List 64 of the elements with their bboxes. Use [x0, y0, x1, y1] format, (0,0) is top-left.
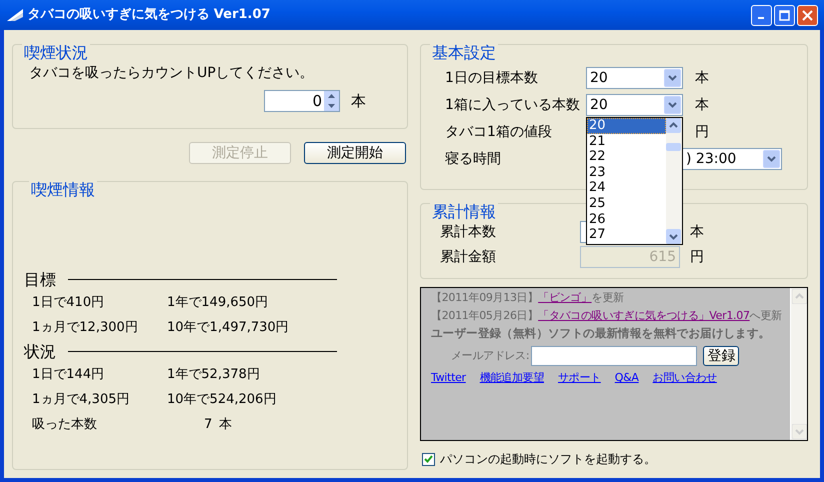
news-item: 【2011年09月13日】「ビンゴ」を更新: [431, 290, 625, 306]
dropdown-option[interactable]: 21: [587, 134, 666, 150]
stat-value: 7: [204, 416, 212, 434]
minimize-button[interactable]: [751, 4, 772, 26]
app-icon: [6, 8, 24, 22]
news-item: 【2011年05月26日】「タバコの吸いすぎに気をつける」Ver1.07へ更新: [431, 308, 783, 324]
link[interactable]: Twitter: [431, 370, 466, 386]
stat-label: 吸った本数: [32, 416, 98, 434]
checkbox[interactable]: [422, 452, 435, 466]
maximize-button[interactable]: [774, 4, 795, 26]
unit-label: 本: [351, 90, 366, 112]
news-link[interactable]: 「タバコの吸いすぎに気をつける」Ver1.07: [538, 309, 750, 322]
maximize-icon[interactable]: [779, 10, 790, 20]
count-spinner[interactable]: 0: [264, 90, 340, 112]
unit-label: 本: [218, 416, 232, 434]
window-title: タバコの吸いすぎに気をつける Ver1.07: [27, 6, 270, 24]
dropdown-option[interactable]: 25: [587, 196, 666, 212]
section-heading: 目標: [24, 268, 56, 290]
link[interactable]: Q&A: [614, 370, 639, 386]
dropdown-option[interactable]: 20: [587, 118, 666, 134]
dropdown-option[interactable]: 24: [587, 180, 666, 196]
link[interactable]: 機能追加要望: [480, 370, 544, 386]
stat-text: 1日で144円: [32, 366, 106, 384]
unit-label: 本: [695, 68, 709, 88]
checkbox-label: パソコンの起動時にソフトを起動する。: [440, 451, 656, 468]
dropdown-option[interactable]: 22: [587, 149, 666, 165]
field-label: 累計本数: [440, 222, 497, 242]
dropdown-option[interactable]: 26: [587, 212, 666, 228]
promo-text: ユーザー登録（無料）ソフトの最新情報を無料でお届けします。: [431, 327, 771, 340]
field-label: タバコ1箱の値段: [445, 122, 553, 142]
stat-text: 1年で149,650円: [167, 294, 268, 312]
field-label: 1箱に入っている本数: [445, 96, 581, 114]
close-icon[interactable]: [802, 10, 813, 20]
email-label: メールアドレス:: [451, 348, 530, 364]
close-button[interactable]: [797, 4, 818, 26]
unit-label: 円: [690, 248, 704, 266]
link[interactable]: お問い合わせ: [652, 370, 717, 386]
scroll-down-icon[interactable]: [666, 229, 681, 244]
section-heading: 状況: [24, 340, 56, 362]
field-label: 累計金額: [440, 248, 497, 266]
field-label: 寝る時間: [445, 150, 502, 168]
stat-text: 1年で52,378円: [167, 366, 260, 384]
link[interactable]: サポート: [558, 370, 601, 386]
stat-text: 1ヵ月で4,305円: [32, 391, 130, 410]
stat-text: 1日で410円: [32, 294, 106, 312]
unit-label: 本: [690, 222, 704, 242]
scroll-thumb-icon[interactable]: [666, 143, 681, 151]
register-button[interactable]: 登録: [703, 346, 740, 366]
dropdown-field[interactable]: 20: [586, 67, 683, 89]
field-label: 1日の目標本数: [445, 68, 539, 88]
dropdown-option[interactable]: 27: [587, 227, 666, 243]
up-arrow-icon[interactable]: [328, 94, 335, 98]
unit-label: 本: [695, 96, 709, 114]
instruction-text: タバコを吸ったらカウントUPしてください。: [29, 64, 315, 82]
down-arrow-icon[interactable]: [328, 104, 335, 108]
stat-text: 10年で1,497,730円: [167, 319, 289, 338]
start-button[interactable]: 測定開始: [304, 142, 406, 164]
unit-label: 円: [695, 122, 709, 142]
news-link[interactable]: 「ビンゴ」: [538, 291, 592, 304]
stat-text: 1ヵ月で12,300円: [32, 319, 139, 338]
scrollbar[interactable]: [666, 118, 682, 244]
email-field[interactable]: [531, 346, 698, 366]
stat-text: 10年で524,206円: [167, 391, 276, 410]
scroll-up-icon[interactable]: [666, 118, 681, 133]
